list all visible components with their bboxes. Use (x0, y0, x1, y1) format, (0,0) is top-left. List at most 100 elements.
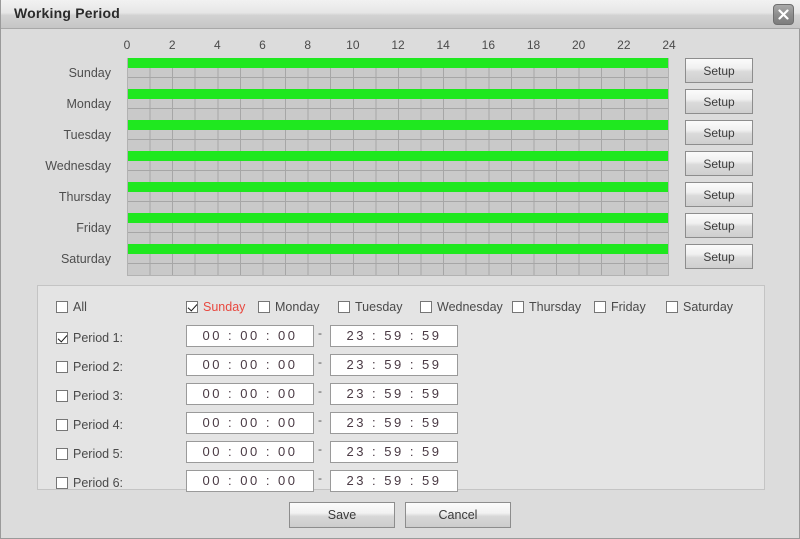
day-checkbox-row: All Sunday Monday Tuesday Wednesday Thursday F… (38, 298, 764, 318)
time-range-separator: - (318, 384, 322, 398)
schedule-cells[interactable] (128, 130, 668, 151)
checkbox-day-saturday-label: Saturday (683, 300, 734, 314)
period-5-toggle[interactable]: Period 5: (56, 445, 123, 463)
schedule-row-tuesday[interactable] (128, 120, 668, 151)
period-3-end-time[interactable]: 23 : 59 : 59 (330, 383, 458, 405)
period-5-checkbox[interactable] (56, 448, 68, 460)
hour-axis: 0 2 4 6 8 10 12 14 16 18 20 22 24 (123, 38, 676, 56)
checkbox-all[interactable]: All (56, 298, 87, 316)
day-label-thursday: Thursday (58, 190, 111, 204)
schedule-row-friday[interactable] (128, 213, 668, 244)
schedule-cells[interactable] (128, 99, 668, 120)
schedule-row-monday[interactable] (128, 89, 668, 120)
schedule-cells[interactable] (128, 254, 668, 275)
schedule-row-saturday[interactable] (128, 244, 668, 275)
period-3-checkbox[interactable] (56, 390, 68, 402)
schedule-bar-thursday (128, 182, 668, 192)
checkbox-all-label: All (73, 300, 87, 314)
day-label-wednesday: Wednesday (45, 159, 111, 173)
period-2-checkbox[interactable] (56, 361, 68, 373)
checkbox-day-thursday-checkbox[interactable] (512, 301, 524, 313)
schedule-cells[interactable] (128, 161, 668, 182)
setup-button-tuesday[interactable]: Setup (685, 120, 753, 145)
setup-button-friday[interactable]: Setup (685, 213, 753, 238)
checkbox-day-wednesday[interactable]: Wednesday (420, 298, 503, 316)
checkbox-day-saturday-checkbox[interactable] (666, 301, 678, 313)
period-2-start-time[interactable]: 00 : 00 : 00 (186, 354, 314, 376)
period-6-end-time[interactable]: 23 : 59 : 59 (330, 470, 458, 492)
checkbox-day-friday-checkbox[interactable] (594, 301, 606, 313)
schedule-cells[interactable] (128, 68, 668, 89)
schedule-cells[interactable] (128, 223, 668, 244)
checkbox-all-checkbox[interactable] (56, 301, 68, 313)
period-row: Period 4: 00 : 00 : 00-23 : 59 : 59 (38, 411, 764, 440)
period-2-end-time[interactable]: 23 : 59 : 59 (330, 354, 458, 376)
setup-button-saturday[interactable]: Setup (685, 244, 753, 269)
setup-button-column: Setup Setup Setup Setup Setup Setup Setup (685, 58, 757, 275)
checkbox-day-sunday[interactable]: Sunday (186, 298, 245, 316)
period-2-toggle[interactable]: Period 2: (56, 358, 123, 376)
checkbox-day-thursday-label: Thursday (529, 300, 582, 314)
title-bar: Working Period (1, 0, 800, 29)
day-label-saturday: Saturday (60, 252, 111, 266)
period-3-start-time[interactable]: 00 : 00 : 00 (186, 383, 314, 405)
period-5-label: Period 5: (73, 447, 124, 461)
schedule-cells[interactable] (128, 192, 668, 213)
setup-button-thursday[interactable]: Setup (685, 182, 753, 207)
checkbox-day-tuesday-label: Tuesday (355, 300, 403, 314)
day-label-friday: Friday (76, 221, 111, 235)
save-button[interactable]: Save (289, 502, 395, 528)
close-icon[interactable] (773, 4, 794, 25)
checkbox-day-tuesday[interactable]: Tuesday (338, 298, 402, 316)
setup-button-wednesday[interactable]: Setup (685, 151, 753, 176)
period-3-toggle[interactable]: Period 3: (56, 387, 123, 405)
checkbox-day-monday[interactable]: Monday (258, 298, 319, 316)
schedule-row-sunday[interactable] (128, 58, 668, 89)
period-row: Period 6: 00 : 00 : 00-23 : 59 : 59 (38, 469, 764, 498)
hour-tick: 12 (391, 38, 405, 52)
hour-tick: 16 (481, 38, 496, 52)
checkbox-day-saturday[interactable]: Saturday (666, 298, 733, 316)
hour-tick: 8 (304, 38, 311, 52)
setup-button-monday[interactable]: Setup (685, 89, 753, 114)
checkbox-day-wednesday-checkbox[interactable] (420, 301, 432, 313)
schedule-row-wednesday[interactable] (128, 151, 668, 182)
cancel-button[interactable]: Cancel (405, 502, 511, 528)
checkbox-day-monday-checkbox[interactable] (258, 301, 270, 313)
day-label-column: Sunday Monday Tuesday Wednesday Thursday Frid… (1, 58, 119, 275)
period-6-toggle[interactable]: Period 6: (56, 474, 123, 492)
period-6-start-time[interactable]: 00 : 00 : 00 (186, 470, 314, 492)
period-1-label: Period 1: (73, 331, 124, 345)
period-4-end-time[interactable]: 23 : 59 : 59 (330, 412, 458, 434)
period-1-checkbox[interactable] (56, 332, 68, 344)
period-1-toggle[interactable]: Period 1: (56, 329, 123, 347)
setup-button-sunday[interactable]: Setup (685, 58, 753, 83)
hour-tick: 22 (617, 38, 631, 52)
hour-tick: 4 (213, 38, 221, 52)
checkbox-day-sunday-label: Sunday (203, 300, 246, 314)
schedule-grid[interactable] (127, 58, 669, 276)
time-range-separator: - (318, 471, 322, 485)
period-1-end-time[interactable]: 23 : 59 : 59 (330, 325, 458, 347)
period-4-checkbox[interactable] (56, 419, 68, 431)
hour-tick: 20 (571, 38, 586, 52)
hour-tick: 18 (526, 38, 541, 52)
hour-tick: 0 (123, 38, 131, 52)
checkbox-day-sunday-checkbox[interactable] (186, 301, 198, 313)
schedule-area: 0 2 4 6 8 10 12 14 16 18 20 22 24 Sunday Monday Tuesda… (1, 30, 800, 280)
schedule-bar-sunday (128, 58, 668, 68)
period-4-start-time[interactable]: 00 : 00 : 00 (186, 412, 314, 434)
hour-tick: 10 (346, 38, 360, 52)
period-row: Period 1: 00 : 00 : 00-23 : 59 : 59 (38, 324, 764, 353)
working-period-dialog: Working Period 0 2 4 6 8 10 12 14 16 18 20 22 24 Sun… (0, 0, 800, 539)
period-6-checkbox[interactable] (56, 477, 68, 489)
checkbox-day-friday[interactable]: Friday (594, 298, 646, 316)
schedule-row-thursday[interactable] (128, 182, 668, 213)
hour-tick: 2 (168, 38, 176, 52)
checkbox-day-tuesday-checkbox[interactable] (338, 301, 350, 313)
period-4-toggle[interactable]: Period 4: (56, 416, 123, 434)
period-5-start-time[interactable]: 00 : 00 : 00 (186, 441, 314, 463)
period-5-end-time[interactable]: 23 : 59 : 59 (330, 441, 458, 463)
period-1-start-time[interactable]: 00 : 00 : 00 (186, 325, 314, 347)
checkbox-day-thursday[interactable]: Thursday (512, 298, 581, 316)
